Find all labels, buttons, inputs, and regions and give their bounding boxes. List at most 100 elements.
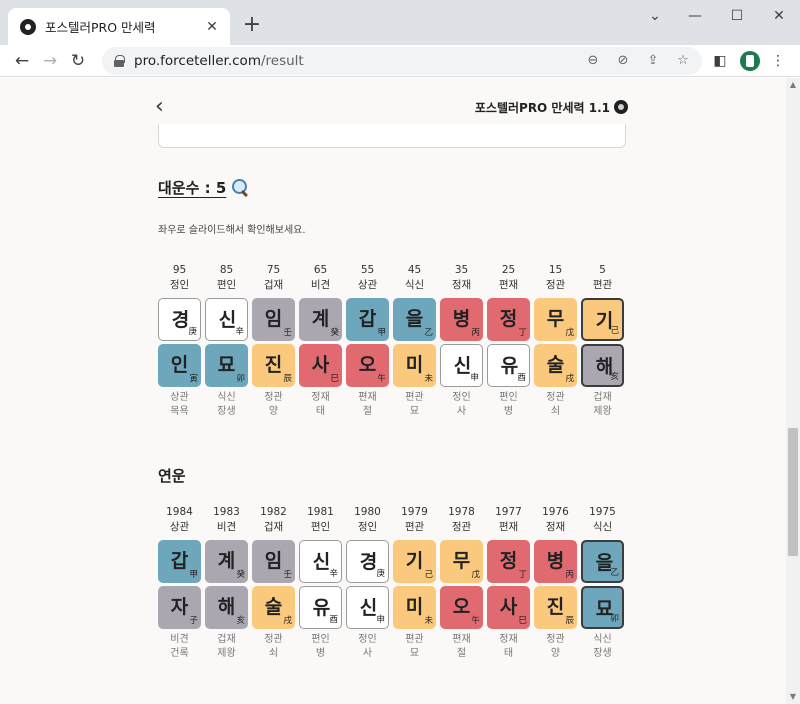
daeun-branch-cell[interactable]: 인寅	[158, 344, 201, 387]
yeonun-branch-cell[interactable]: 사巳	[487, 586, 530, 629]
daeun-branch-cell[interactable]: 유酉	[487, 344, 530, 387]
maximize-button[interactable]: ☐	[722, 6, 752, 26]
daeun-stem-cell[interactable]: 무戊	[534, 298, 577, 341]
yeonun-stem-cell[interactable]: 갑甲	[158, 540, 201, 583]
new-tab-button[interactable]: +	[240, 14, 264, 38]
daeun-column[interactable]: 45 식신 을 乙 미 未 편관 묘	[393, 264, 436, 424]
daeun-column-ten-god: 편재	[498, 279, 519, 291]
yeonun-stem-cell[interactable]: 경庚	[346, 540, 389, 583]
scroll-up-icon[interactable]: ▲	[786, 78, 800, 92]
yeonun-branch-cell[interactable]: 오午	[440, 586, 483, 629]
daeun-stem-cell[interactable]: 계癸	[299, 298, 342, 341]
yeonun-branch-cell[interactable]: 자子	[158, 586, 201, 629]
daeun-column[interactable]: 65 비견 계 癸 사 巳 정재 태	[299, 264, 342, 424]
back-icon[interactable]: ←	[10, 49, 34, 73]
daeun-branch-cell[interactable]: 묘卯	[205, 344, 248, 387]
daeun-branch-cell[interactable]: 진辰	[252, 344, 295, 387]
daeun-column[interactable]: 85 편인 신 辛 묘 卯 식신 장생	[205, 264, 248, 424]
yeonun-column-ten-god: 편재	[498, 521, 519, 533]
daeun-branch-cell[interactable]: 술戌	[534, 344, 577, 387]
yeonun-stem-cell[interactable]: 무戊	[440, 540, 483, 583]
address-bar[interactable]: pro.forceteller.com/result ⊖ ⊘ ⇪ ☆	[102, 47, 702, 75]
yeonun-stem-cell[interactable]: 을乙	[581, 540, 624, 583]
yeonun-stem-cell[interactable]: 신辛	[299, 540, 342, 583]
yeonun-twelve-stage: 양	[550, 648, 561, 659]
yeonun-column[interactable]: 1977 편재 정 丁 사 巳 정재 태	[487, 506, 530, 666]
daeun-branch-cell[interactable]: 오午	[346, 344, 389, 387]
yeonun-column[interactable]: 1984 상관 갑 甲 자 子 비견 건록	[158, 506, 201, 666]
eye-off-icon[interactable]: ⊘	[614, 52, 632, 70]
scroll-thumb[interactable]	[788, 428, 798, 556]
yeonun-branch-cell[interactable]: 해亥	[205, 586, 248, 629]
yeonun-branch-ten-god: 식신	[593, 634, 612, 645]
back-button[interactable]: ‹	[155, 96, 173, 118]
yeonun-column[interactable]: 1976 정재 병 丙 진 辰 정관 양	[534, 506, 577, 666]
daeun-branch-cell[interactable]: 신申	[440, 344, 483, 387]
daeun-column[interactable]: 75 겁재 임 壬 진 辰 정관 양	[252, 264, 295, 424]
forward-icon[interactable]: →	[38, 49, 62, 73]
daeun-column[interactable]: 35 정재 병 丙 신 申 정인 사	[440, 264, 483, 424]
daeun-stem-cell[interactable]: 갑甲	[346, 298, 389, 341]
scrollbar[interactable]: ▲ ▼	[786, 78, 800, 704]
daeun-branch-cell[interactable]: 미未	[393, 344, 436, 387]
kebab-menu-icon[interactable]: ⋮	[768, 51, 788, 71]
profile-avatar[interactable]	[740, 51, 760, 71]
daeun-stem-cell[interactable]: 임壬	[252, 298, 295, 341]
yeonun-column[interactable]: 1975 식신 을 乙 묘 卯 식신 장생	[581, 506, 624, 666]
yeonun-column[interactable]: 1982 겁재 임 壬 술 戌 정관 쇠	[252, 506, 295, 666]
scroll-down-icon[interactable]: ▼	[786, 690, 800, 704]
yeonun-stem-cell[interactable]: 정丁	[487, 540, 530, 583]
daeun-stem-cell[interactable]: 을乙	[393, 298, 436, 341]
yeonun-column[interactable]: 1983 비견 계 癸 해 亥 겁재 제왕	[205, 506, 248, 666]
daeun-stem-cell[interactable]: 신辛	[205, 298, 248, 341]
daeun-branch-hanja: 辰	[283, 374, 292, 384]
yeonun-stem-hanja: 乙	[610, 568, 619, 578]
yeonun-stem-cell[interactable]: 임壬	[252, 540, 295, 583]
yeonun-column[interactable]: 1978 정관 무 戊 오 午 편재 절	[440, 506, 483, 666]
yeonun-branch-cell[interactable]: 술戌	[252, 586, 295, 629]
daeun-column-ten-god: 식신	[404, 279, 425, 291]
close-window-button[interactable]: ✕	[764, 6, 794, 26]
yeonun-branch-cell[interactable]: 진辰	[534, 586, 577, 629]
daeun-column[interactable]: 25 편재 정 丁 유 酉 편인 병	[487, 264, 530, 424]
yeonun-branch-cell[interactable]: 미未	[393, 586, 436, 629]
daeun-column[interactable]: 5 편관 기 己 해 亥 겁재 제왕	[581, 264, 624, 424]
yeonun-column[interactable]: 1980 정인 경 庚 신 申 정인 사	[346, 506, 389, 666]
yeonun-stem-cell[interactable]: 기己	[393, 540, 436, 583]
yeonun-stem-cell[interactable]: 계癸	[205, 540, 248, 583]
sidepanel-icon[interactable]: ◧	[710, 51, 730, 71]
star-icon[interactable]: ☆	[674, 52, 692, 70]
url-path: /result	[260, 53, 304, 69]
yeonun-column[interactable]: 1981 편인 신 辛 유 酉 편인 병	[299, 506, 342, 666]
browser-tab[interactable]: 포스텔러PRO 만세력 ✕	[8, 8, 230, 45]
daeun-twelve-stage: 묘	[409, 406, 420, 417]
yeonun-branch-cell[interactable]: 신申	[346, 586, 389, 629]
daeun-stem-cell[interactable]: 정丁	[487, 298, 530, 341]
daeun-branch-hanja: 卯	[236, 374, 245, 384]
daeun-column[interactable]: 15 정관 무 戊 술 戌 정관 쇠	[534, 264, 577, 424]
minimize-button[interactable]: —	[680, 6, 710, 26]
yeonun-branch-cell[interactable]: 묘卯	[581, 586, 624, 629]
daeun-twelve-stage: 양	[268, 406, 279, 417]
daeun-column-ten-god: 상관	[357, 279, 378, 291]
daeun-column-number: 95	[172, 264, 187, 276]
reload-icon[interactable]: ↻	[66, 49, 90, 73]
yeonun-column[interactable]: 1979 편관 기 己 미 未 편관 묘	[393, 506, 436, 666]
daeun-stem-cell[interactable]: 기己	[581, 298, 624, 341]
tab-search-icon[interactable]: ⌄	[640, 6, 670, 26]
daeun-column[interactable]: 55 상관 갑 甲 오 午 편재 절	[346, 264, 389, 424]
daeun-branch-cell[interactable]: 사巳	[299, 344, 342, 387]
daeun-branch-cell[interactable]: 해亥	[581, 344, 624, 387]
daeun-stem-cell[interactable]: 경庚	[158, 298, 201, 341]
lock-icon[interactable]	[114, 55, 125, 67]
daeun-branch-ten-god: 상관	[170, 392, 189, 403]
daeun-section-title[interactable]: 대운수 : 5	[158, 177, 252, 198]
tab-close-icon[interactable]: ✕	[202, 17, 222, 37]
daeun-stem-cell[interactable]: 병丙	[440, 298, 483, 341]
daeun-column[interactable]: 95 정인 경 庚 인 寅 상관 목욕	[158, 264, 201, 424]
zoom-icon[interactable]: ⊖	[584, 52, 602, 70]
yeonun-branch-cell[interactable]: 유酉	[299, 586, 342, 629]
yeonun-column-number: 1981	[307, 506, 334, 518]
share-icon[interactable]: ⇪	[644, 52, 662, 70]
yeonun-stem-cell[interactable]: 병丙	[534, 540, 577, 583]
